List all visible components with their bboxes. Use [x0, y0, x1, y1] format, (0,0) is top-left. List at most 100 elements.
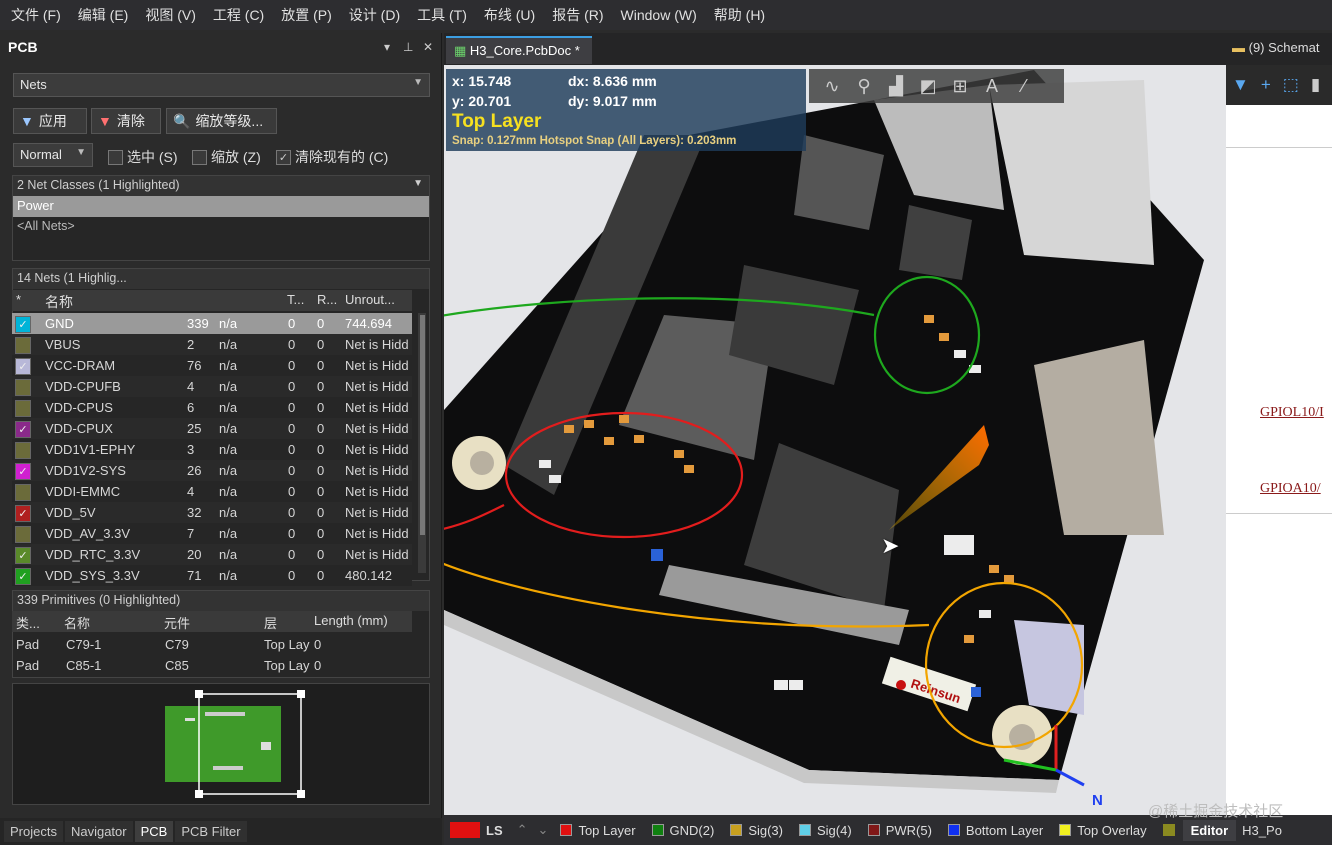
table-row[interactable]: ✓ VDD_SYS_3.3V 71 n/a 0 0 480.142: [12, 565, 412, 586]
tab-pcbdoc[interactable]: ▦ H3_Core.PcbDoc *: [446, 36, 592, 64]
menu-item[interactable]: 布线 (U): [479, 5, 547, 25]
table-row[interactable]: VDDI-EMMC 4 n/a 0 0 Net is Hidd: [12, 481, 412, 502]
layer-tab[interactable]: Sig(4): [799, 823, 852, 838]
net-color-checkbox[interactable]: [15, 442, 31, 459]
pcb-3d-view[interactable]: Reinsun N x: 15.748 dx: 8.636 mm y: 20.7…: [444, 65, 1226, 815]
col-layer[interactable]: 层: [264, 613, 277, 632]
layer-tab[interactable]: Bottom Layer: [947, 823, 1043, 838]
col-component[interactable]: 元件: [164, 613, 190, 632]
line-icon[interactable]: ⁄: [1011, 76, 1037, 97]
col-length[interactable]: Length (mm): [314, 613, 388, 628]
layer-set-button[interactable]: LS: [486, 823, 503, 838]
net-color-checkbox[interactable]: [15, 526, 31, 543]
net-length: n/a: [219, 316, 238, 331]
chevron-up-icon[interactable]: ⌃: [517, 822, 528, 838]
filter-mode-select[interactable]: Nets ▼: [13, 73, 430, 97]
prim-layer: Top Lay: [264, 658, 310, 673]
net-length: n/a: [219, 505, 238, 520]
current-layer-swatch[interactable]: [450, 822, 480, 838]
chevron-down-icon[interactable]: ⌄: [538, 822, 549, 838]
menu-item[interactable]: 帮助 (H): [709, 5, 777, 25]
apply-button[interactable]: ▼ 应用: [13, 108, 87, 134]
net-color-checkbox[interactable]: ✓: [15, 547, 31, 564]
menu-item[interactable]: 文件 (F): [6, 5, 73, 25]
col-star[interactable]: *: [16, 292, 21, 307]
net-color-checkbox[interactable]: ✓: [15, 421, 31, 438]
layer-tab[interactable]: GND(2): [651, 823, 714, 838]
table-row[interactable]: ✓ VCC-DRAM 76 n/a 0 0 Net is Hidd: [12, 355, 412, 376]
table-row[interactable]: ✓ VDD_RTC_3.3V 20 n/a 0 0 Net is Hidd: [12, 544, 412, 565]
net-color-checkbox[interactable]: [15, 337, 31, 354]
tab-schematic[interactable]: ▬ (9) Schemat: [1232, 40, 1319, 55]
menu-item[interactable]: 设计 (D): [344, 5, 412, 25]
route-icon[interactable]: ∿: [819, 76, 845, 97]
via-icon[interactable]: ⚲: [851, 76, 877, 97]
doc-tab-2[interactable]: H3_Po: [1236, 820, 1288, 841]
layer-tab[interactable]: Top Layer: [560, 823, 636, 838]
net-color-checkbox[interactable]: [15, 484, 31, 501]
col-r[interactable]: R...: [317, 292, 337, 307]
zoom-checkbox[interactable]: 缩放 (Z): [192, 147, 261, 167]
menu-item[interactable]: 工具 (T): [412, 5, 479, 25]
col-prim-name[interactable]: 名称: [64, 613, 90, 632]
fill-icon[interactable]: ▟: [883, 76, 909, 97]
board-minimap[interactable]: [12, 683, 430, 805]
menu-item[interactable]: Window (W): [616, 7, 709, 23]
panel-tab[interactable]: PCB: [134, 821, 174, 842]
menu-item[interactable]: 放置 (P): [276, 5, 344, 25]
layer-tab[interactable]: Top Overlay: [1059, 823, 1147, 838]
table-row[interactable]: VDD-CPUS 6 n/a 0 0 Net is Hidd: [12, 397, 412, 418]
plus-icon[interactable]: +: [1261, 75, 1271, 95]
table-row[interactable]: ✓ VDD1V2-SYS 26 n/a 0 0 Net is Hidd: [12, 460, 412, 481]
text-icon[interactable]: A: [979, 76, 1005, 97]
menu-item[interactable]: 编辑 (E): [73, 5, 141, 25]
select-checkbox[interactable]: 选中 (S): [108, 147, 178, 167]
net-color-checkbox[interactable]: ✓: [15, 505, 31, 522]
net-color-checkbox[interactable]: [15, 400, 31, 417]
table-row[interactable]: Pad C79-1 C79 Top Lay 0: [12, 634, 412, 655]
menu-item[interactable]: 报告 (R): [547, 5, 615, 25]
layer-tab[interactable]: PWR(5): [867, 823, 932, 838]
clear-existing-checkbox[interactable]: ✓ 清除现有的 (C): [276, 147, 388, 167]
mask-mode-select[interactable]: Normal ▼: [13, 143, 93, 167]
menu-item[interactable]: 工程 (C): [208, 5, 276, 25]
net-color-checkbox[interactable]: ✓: [15, 568, 31, 585]
table-row[interactable]: Pad C85-1 C85 Top Lay 0: [12, 655, 412, 676]
panel-tab[interactable]: Projects: [4, 821, 63, 842]
col-kind[interactable]: 类...: [16, 613, 40, 632]
net-color-checkbox[interactable]: ✓: [15, 358, 31, 375]
dimension-icon[interactable]: ⊞: [947, 76, 973, 97]
table-row[interactable]: VDD_AV_3.3V 7 n/a 0 0 Net is Hidd: [12, 523, 412, 544]
clear-button[interactable]: ▼ 清除: [91, 108, 161, 134]
chevron-down-icon[interactable]: ▼: [413, 178, 423, 189]
net-color-checkbox[interactable]: ✓: [15, 463, 31, 480]
table-row[interactable]: VDD-CPUFB 4 n/a 0 0 Net is Hidd: [12, 376, 412, 397]
menu-item[interactable]: 视图 (V): [140, 5, 208, 25]
region-icon[interactable]: ◩: [915, 76, 941, 97]
layer-tab[interactable]: Sig(3): [730, 823, 783, 838]
net-color-checkbox[interactable]: [15, 379, 31, 396]
pin-icon[interactable]: ⊥: [403, 40, 413, 54]
panel-tab[interactable]: Navigator: [64, 821, 133, 842]
schematic-net-label-2: GPIOA10/: [1260, 481, 1321, 496]
net-class-item-all[interactable]: <All Nets>: [13, 217, 429, 238]
select-rect-icon[interactable]: ⬚: [1283, 75, 1299, 95]
panel-tab[interactable]: PCB Filter: [175, 821, 247, 842]
align-icon[interactable]: ▮: [1311, 75, 1320, 95]
panel-menu-icon[interactable]: ▾: [384, 40, 390, 54]
table-row[interactable]: ✓ GND 339 n/a 0 0 744.694: [12, 313, 412, 334]
net-class-item-power[interactable]: Power: [13, 196, 429, 217]
editor-tab[interactable]: Editor: [1182, 819, 1237, 841]
table-row[interactable]: ✓ VDD-CPUX 25 n/a 0 0 Net is Hidd: [12, 418, 412, 439]
col-t[interactable]: T...: [287, 292, 304, 307]
nets-scrollbar[interactable]: [418, 313, 426, 573]
col-unrouted[interactable]: Unrout...: [345, 292, 395, 307]
table-row[interactable]: VDD1V1-EPHY 3 n/a 0 0 Net is Hidd: [12, 439, 412, 460]
net-color-checkbox[interactable]: ✓: [15, 316, 31, 333]
zoom-level-button[interactable]: 🔍 缩放等级...: [166, 108, 277, 134]
filter-icon[interactable]: ▼: [1232, 75, 1249, 95]
table-row[interactable]: ✓ VDD_5V 32 n/a 0 0 Net is Hidd: [12, 502, 412, 523]
col-name[interactable]: 名称: [45, 292, 73, 312]
close-icon[interactable]: ✕: [423, 40, 433, 54]
table-row[interactable]: VBUS 2 n/a 0 0 Net is Hidd: [12, 334, 412, 355]
